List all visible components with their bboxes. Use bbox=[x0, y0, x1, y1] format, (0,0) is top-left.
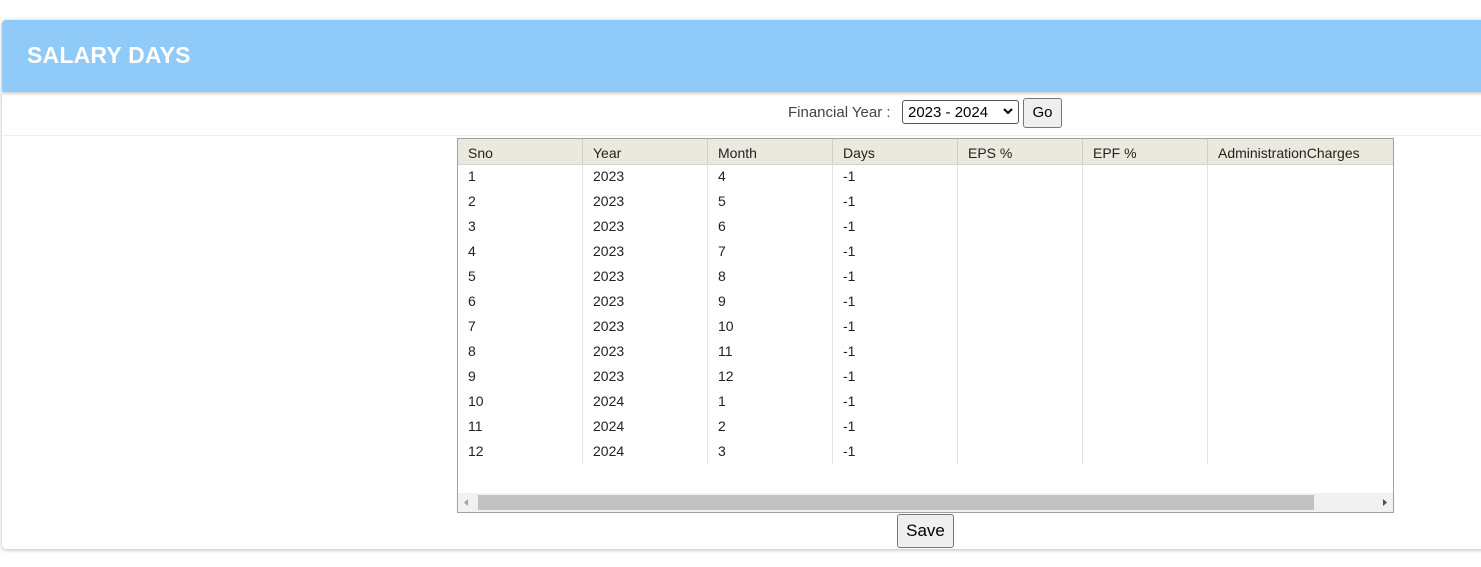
table-cell: 2 bbox=[718, 418, 726, 434]
table-cell: -1 bbox=[843, 443, 856, 459]
table-cell: 4 bbox=[718, 168, 726, 184]
chevron-down-icon bbox=[1003, 108, 1013, 115]
table-cell: 4 bbox=[468, 243, 476, 259]
table-cell: -1 bbox=[843, 243, 856, 259]
table-cell: 1 bbox=[468, 168, 476, 184]
table-cell: 11 bbox=[718, 343, 733, 359]
table-cell: 8 bbox=[468, 343, 476, 359]
table-cell: 2023 bbox=[593, 243, 625, 259]
table-cell: -1 bbox=[843, 168, 856, 184]
column-header[interactable]: AdministrationCharges bbox=[1208, 139, 1393, 164]
card-header: SALARY DAYS bbox=[2, 20, 1481, 92]
table-cell: 7 bbox=[468, 318, 476, 334]
page-title: SALARY DAYS bbox=[27, 42, 191, 68]
scroll-left-arrow-icon[interactable] bbox=[458, 493, 476, 512]
horizontal-scrollbar[interactable] bbox=[458, 493, 1393, 512]
table-cell: 5 bbox=[468, 268, 476, 284]
table-cell: 6 bbox=[718, 218, 726, 234]
scrollbar-thumb[interactable] bbox=[478, 495, 1314, 510]
column-header[interactable]: Year bbox=[583, 139, 708, 164]
table-cell: 2024 bbox=[593, 393, 625, 409]
table-cell: -1 bbox=[843, 268, 856, 284]
table-cell: -1 bbox=[843, 393, 856, 409]
table-row[interactable]: 7 2023 10 -1 bbox=[458, 314, 1393, 339]
table-cell: 1 bbox=[718, 393, 726, 409]
table-cell: 2023 bbox=[593, 343, 625, 359]
table-cell: 5 bbox=[718, 193, 726, 209]
table-row[interactable]: 3 2023 6 -1 bbox=[458, 214, 1393, 239]
table-row[interactable]: 8 2023 11 -1 bbox=[458, 339, 1393, 364]
salary-days-grid: Sno Year Month Days EPS % EPF % Administration… bbox=[457, 138, 1394, 513]
table-cell: 2023 bbox=[593, 193, 625, 209]
column-divider bbox=[957, 164, 958, 464]
table-cell: 2024 bbox=[593, 443, 625, 459]
financial-year-label: Financial Year : bbox=[788, 104, 891, 121]
table-cell: 2023 bbox=[593, 268, 625, 284]
table-cell: 2024 bbox=[593, 418, 625, 434]
table-cell: -1 bbox=[843, 368, 856, 384]
table-row[interactable]: 11 2024 2 -1 bbox=[458, 414, 1393, 439]
column-divider bbox=[832, 164, 833, 464]
financial-year-select[interactable]: 2023 - 2024 bbox=[902, 100, 1019, 124]
go-button[interactable]: Go bbox=[1023, 98, 1062, 128]
table-cell: 2023 bbox=[593, 168, 625, 184]
table-cell: 6 bbox=[468, 293, 476, 309]
column-divider bbox=[1082, 164, 1083, 464]
table-cell: -1 bbox=[843, 293, 856, 309]
table-cell: 2 bbox=[468, 193, 476, 209]
salary-days-card: SALARY DAYS Financial Year : 2023 - 2024… bbox=[2, 20, 1481, 549]
table-row[interactable]: 10 2024 1 -1 bbox=[458, 389, 1393, 414]
table-cell: -1 bbox=[843, 193, 856, 209]
grid-header-row: Sno Year Month Days EPS % EPF % Administration… bbox=[458, 139, 1393, 165]
column-header[interactable]: Month bbox=[708, 139, 833, 164]
table-cell: -1 bbox=[843, 218, 856, 234]
table-cell: 3 bbox=[718, 443, 726, 459]
column-header[interactable]: Sno bbox=[458, 139, 583, 164]
column-divider bbox=[707, 164, 708, 464]
table-cell: 2023 bbox=[593, 218, 625, 234]
table-cell: 9 bbox=[718, 293, 726, 309]
table-cell: 10 bbox=[718, 318, 734, 334]
table-row[interactable]: 4 2023 7 -1 bbox=[458, 239, 1393, 264]
table-cell: 9 bbox=[468, 368, 476, 384]
scroll-right-arrow-icon[interactable] bbox=[1375, 493, 1393, 512]
save-button[interactable]: Save bbox=[897, 514, 954, 548]
financial-year-value: 2023 - 2024 bbox=[908, 104, 989, 121]
column-header[interactable]: EPF % bbox=[1083, 139, 1208, 164]
table-cell: 12 bbox=[468, 443, 484, 459]
column-header[interactable]: EPS % bbox=[958, 139, 1083, 164]
table-cell: -1 bbox=[843, 418, 856, 434]
table-cell: 3 bbox=[468, 218, 476, 234]
table-cell: -1 bbox=[843, 318, 856, 334]
column-divider bbox=[1207, 164, 1208, 464]
table-cell: -1 bbox=[843, 343, 856, 359]
table-cell: 7 bbox=[718, 243, 726, 259]
table-row[interactable]: 6 2023 9 -1 bbox=[458, 289, 1393, 314]
table-cell: 2023 bbox=[593, 368, 625, 384]
table-row[interactable]: 5 2023 8 -1 bbox=[458, 264, 1393, 289]
table-cell: 2023 bbox=[593, 293, 625, 309]
table-row[interactable]: 12 2024 3 -1 bbox=[458, 439, 1393, 464]
filter-bar: Financial Year : 2023 - 2024 Go bbox=[2, 92, 1481, 136]
table-cell: 12 bbox=[718, 368, 734, 384]
table-row[interactable]: 2 2023 5 -1 bbox=[458, 189, 1393, 214]
table-cell: 2023 bbox=[593, 318, 625, 334]
table-row[interactable]: 9 2023 12 -1 bbox=[458, 364, 1393, 389]
table-row[interactable]: 1 2023 4 -1 bbox=[458, 164, 1393, 189]
table-cell: 10 bbox=[468, 393, 484, 409]
column-divider bbox=[582, 164, 583, 464]
column-header[interactable]: Days bbox=[833, 139, 958, 164]
table-cell: 8 bbox=[718, 268, 726, 284]
table-cell: 11 bbox=[468, 418, 483, 434]
